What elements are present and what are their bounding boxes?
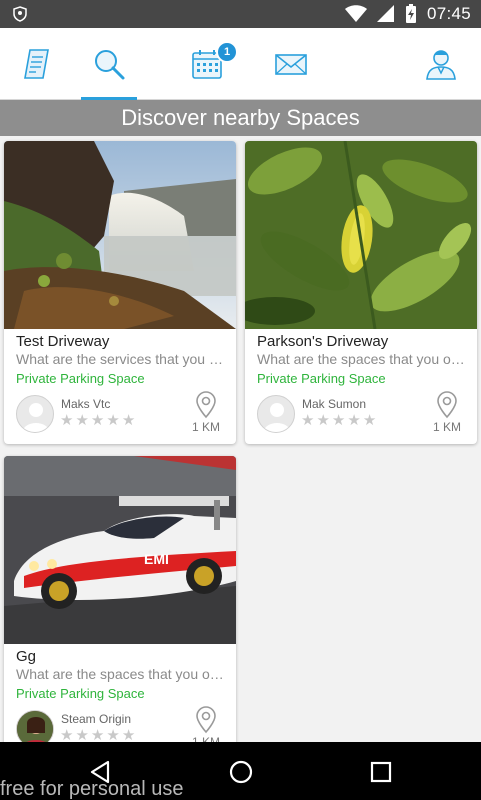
default-avatar-icon <box>22 403 50 432</box>
svg-text:EMI: EMI <box>144 551 169 567</box>
avatar[interactable] <box>16 395 54 433</box>
avatar[interactable] <box>257 395 295 433</box>
shield-icon <box>13 6 27 22</box>
owner-name: Steam Origin <box>61 712 132 726</box>
card-description: What are the spaces that you off... <box>257 351 470 367</box>
leaves-photo <box>245 141 477 329</box>
mail-icon <box>275 54 307 75</box>
location-pin-icon <box>437 391 457 419</box>
top-nav: 1 <box>0 28 481 100</box>
search-icon <box>95 50 125 80</box>
space-card[interactable]: Parkson's Driveway What are the spaces t… <box>245 141 477 444</box>
location-pin-icon <box>196 706 216 734</box>
signal-icon <box>376 5 394 22</box>
card-type: Private Parking Space <box>16 686 145 701</box>
owner-name: Maks Vtc <box>61 397 111 411</box>
default-avatar-icon <box>263 403 291 432</box>
clock: 07:45 <box>426 4 471 23</box>
card-type: Private Parking Space <box>16 371 145 386</box>
document-icon <box>24 49 49 79</box>
battery-icon <box>405 4 416 23</box>
card-title: Test Driveway <box>16 333 110 350</box>
wifi-icon <box>344 5 367 22</box>
card-footer: Mak Sumon ★ ★ ★ ★ ★ 1 KM <box>245 389 477 444</box>
space-card[interactable]: Test Driveway What are the services that… <box>4 141 236 444</box>
tab-search[interactable] <box>81 28 137 100</box>
tab-listings[interactable] <box>9 28 67 100</box>
card-type: Private Parking Space <box>257 371 386 386</box>
card-description: What are the spaces that you off... <box>16 666 229 682</box>
status-bar: 07:45 <box>0 0 481 28</box>
waterfall-photo <box>4 141 236 329</box>
recents-icon[interactable] <box>367 758 395 786</box>
rating-stars: ★ ★ ★ ★ ★ <box>60 412 136 429</box>
notification-badge: 1 <box>216 41 238 63</box>
card-description: What are the services that you o... <box>16 351 229 367</box>
tab-messages[interactable] <box>262 28 320 100</box>
card-title: Parkson's Driveway <box>257 333 389 350</box>
distance: 1 KM <box>191 420 220 434</box>
card-title: Gg <box>16 648 37 665</box>
watermark-text: free for personal use <box>0 778 184 800</box>
distance: 1 KM <box>432 420 461 434</box>
user-icon <box>426 50 456 80</box>
card-footer: Maks Vtc ★ ★ ★ ★ ★ 1 KM <box>4 389 236 444</box>
home-icon[interactable] <box>227 758 255 786</box>
tab-calendar[interactable]: 1 <box>178 28 238 100</box>
location-pin-icon <box>196 391 216 419</box>
space-card[interactable]: EMI Gg What are the spaces that you off.… <box>4 456 236 756</box>
rating-stars: ★ ★ ★ ★ ★ <box>301 412 377 429</box>
race-car-photo: EMI <box>4 456 236 644</box>
page-title: Discover nearby Spaces <box>0 100 481 136</box>
owner-name: Mak Sumon <box>302 397 367 411</box>
tab-profile[interactable] <box>412 28 470 100</box>
